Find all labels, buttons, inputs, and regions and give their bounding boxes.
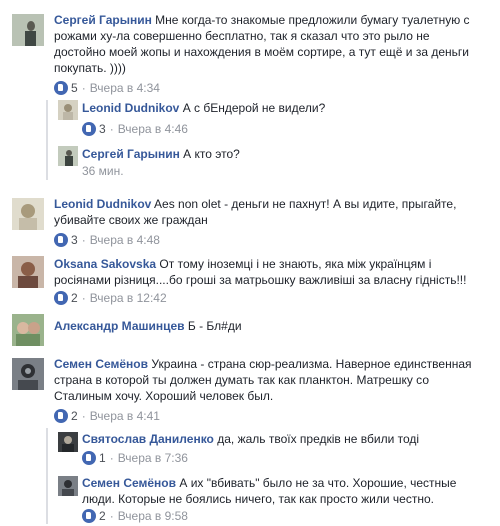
comment-author[interactable]: Leonid Dudnikov: [54, 197, 151, 211]
comment-time[interactable]: 36 мин.: [82, 164, 124, 178]
comment-reply: Семен Семёнов А их "вбивать" было не за …: [54, 474, 494, 526]
comment-meta: 2 · Вчера в 9:58: [82, 508, 188, 524]
avatar[interactable]: [58, 146, 78, 166]
comment: Oksana Sakovska От тому іноземці і не зн…: [0, 252, 500, 310]
comment-meta: 1 · Вчера в 7:36: [82, 450, 188, 466]
like-count: 2: [99, 509, 106, 523]
avatar[interactable]: [58, 476, 78, 496]
avatar[interactable]: [58, 432, 78, 452]
comment-meta: 3 · Вчера в 4:48: [54, 232, 160, 248]
comment-author[interactable]: Александр Машинцев: [54, 319, 185, 333]
comment-time[interactable]: Вчера в 4:34: [90, 81, 160, 95]
comment-author[interactable]: Сергей Гарынин: [54, 13, 152, 27]
comment-meta: 2 · Вчера в 4:41: [54, 408, 160, 424]
comment-author[interactable]: Leonid Dudnikov: [82, 101, 179, 115]
comment: Александр Машинцев Б - Бл#ди: [0, 312, 500, 350]
like-icon[interactable]: [54, 233, 68, 247]
comment-meta: 3 · Вчера в 4:46: [82, 121, 188, 137]
comment-time[interactable]: Вчера в 7:36: [118, 451, 188, 465]
comment-time[interactable]: Вчера в 12:42: [90, 291, 167, 305]
comment-time[interactable]: Вчера в 4:46: [118, 122, 188, 136]
comment-author[interactable]: Семен Семёнов: [82, 476, 176, 490]
comment-body: Семен Семёнов А их "вбивать" было не за …: [82, 475, 482, 507]
comment-body: Александр Машинцев Б - Бл#ди: [54, 318, 484, 334]
like-icon[interactable]: [82, 451, 96, 465]
like-count: 2: [71, 291, 78, 305]
comment-time[interactable]: Вчера в 4:48: [90, 233, 160, 247]
comment-body: Сергей Гарынин А кто это?: [82, 146, 482, 162]
like-count: 1: [99, 451, 106, 465]
like-icon[interactable]: [54, 409, 68, 423]
comment-author[interactable]: Oksana Sakovska: [54, 257, 156, 271]
comment-time[interactable]: Вчера в 4:41: [90, 409, 160, 423]
avatar[interactable]: [12, 314, 44, 346]
comment-reply: Святослав Даниленко да, жаль твоїх предк…: [54, 430, 494, 470]
comment-body: Leonid Dudnikov А с бЕндерой не видели?: [82, 100, 482, 116]
comment-body: Oksana Sakovska От тому іноземці і не зн…: [54, 256, 484, 288]
comment-body: Сергей Гарынин Мне когда-то знакомые пре…: [54, 12, 484, 76]
comment-body: Leonid Dudnikov Aes non olet - деньги не…: [54, 196, 484, 228]
like-count: 3: [99, 122, 106, 136]
comment: Сергей Гарынин Мне когда-то знакомые пре…: [0, 0, 500, 100]
comment-author[interactable]: Семен Семёнов: [54, 357, 148, 371]
comment-reply: Сергей Гарынин А кто это? 36 мин.: [54, 144, 494, 184]
comment-body: Святослав Даниленко да, жаль твоїх предк…: [82, 431, 482, 447]
like-icon[interactable]: [54, 81, 68, 95]
avatar[interactable]: [12, 198, 44, 230]
comment: Leonid Dudnikov Aes non olet - деньги не…: [0, 192, 500, 250]
comment-author[interactable]: Сергей Гарынин: [82, 147, 180, 161]
comment-text: да, жаль твоїх предків не вбили тоді: [217, 432, 420, 446]
comment: Семен Семёнов Украина - страна сюр-реали…: [0, 352, 500, 424]
comment-reply: Leonid Dudnikov А с бЕндерой не видели? …: [54, 98, 494, 140]
like-count: 3: [71, 233, 78, 247]
comment-author[interactable]: Святослав Даниленко: [82, 432, 214, 446]
comment-text: А с бЕндерой не видели?: [182, 101, 326, 115]
thread-line: [46, 428, 48, 524]
comment-meta: 5 · Вчера в 4:34: [54, 80, 160, 96]
like-count: 2: [71, 409, 78, 423]
avatar[interactable]: [12, 14, 44, 46]
avatar[interactable]: [58, 100, 78, 120]
like-icon[interactable]: [54, 291, 68, 305]
like-icon[interactable]: [82, 509, 96, 523]
comment-text: Б - Бл#ди: [187, 319, 242, 333]
comment-meta: 2 · Вчера в 12:42: [54, 290, 167, 306]
comment-meta: 36 мин.: [82, 163, 124, 179]
thread-line: [46, 100, 48, 180]
comment-text: А кто это?: [183, 147, 240, 161]
avatar[interactable]: [12, 358, 44, 390]
like-icon[interactable]: [82, 122, 96, 136]
comment-body: Семен Семёнов Украина - страна сюр-реали…: [54, 356, 484, 404]
comment-time[interactable]: Вчера в 9:58: [118, 509, 188, 523]
avatar[interactable]: [12, 256, 44, 288]
like-count: 5: [71, 81, 78, 95]
